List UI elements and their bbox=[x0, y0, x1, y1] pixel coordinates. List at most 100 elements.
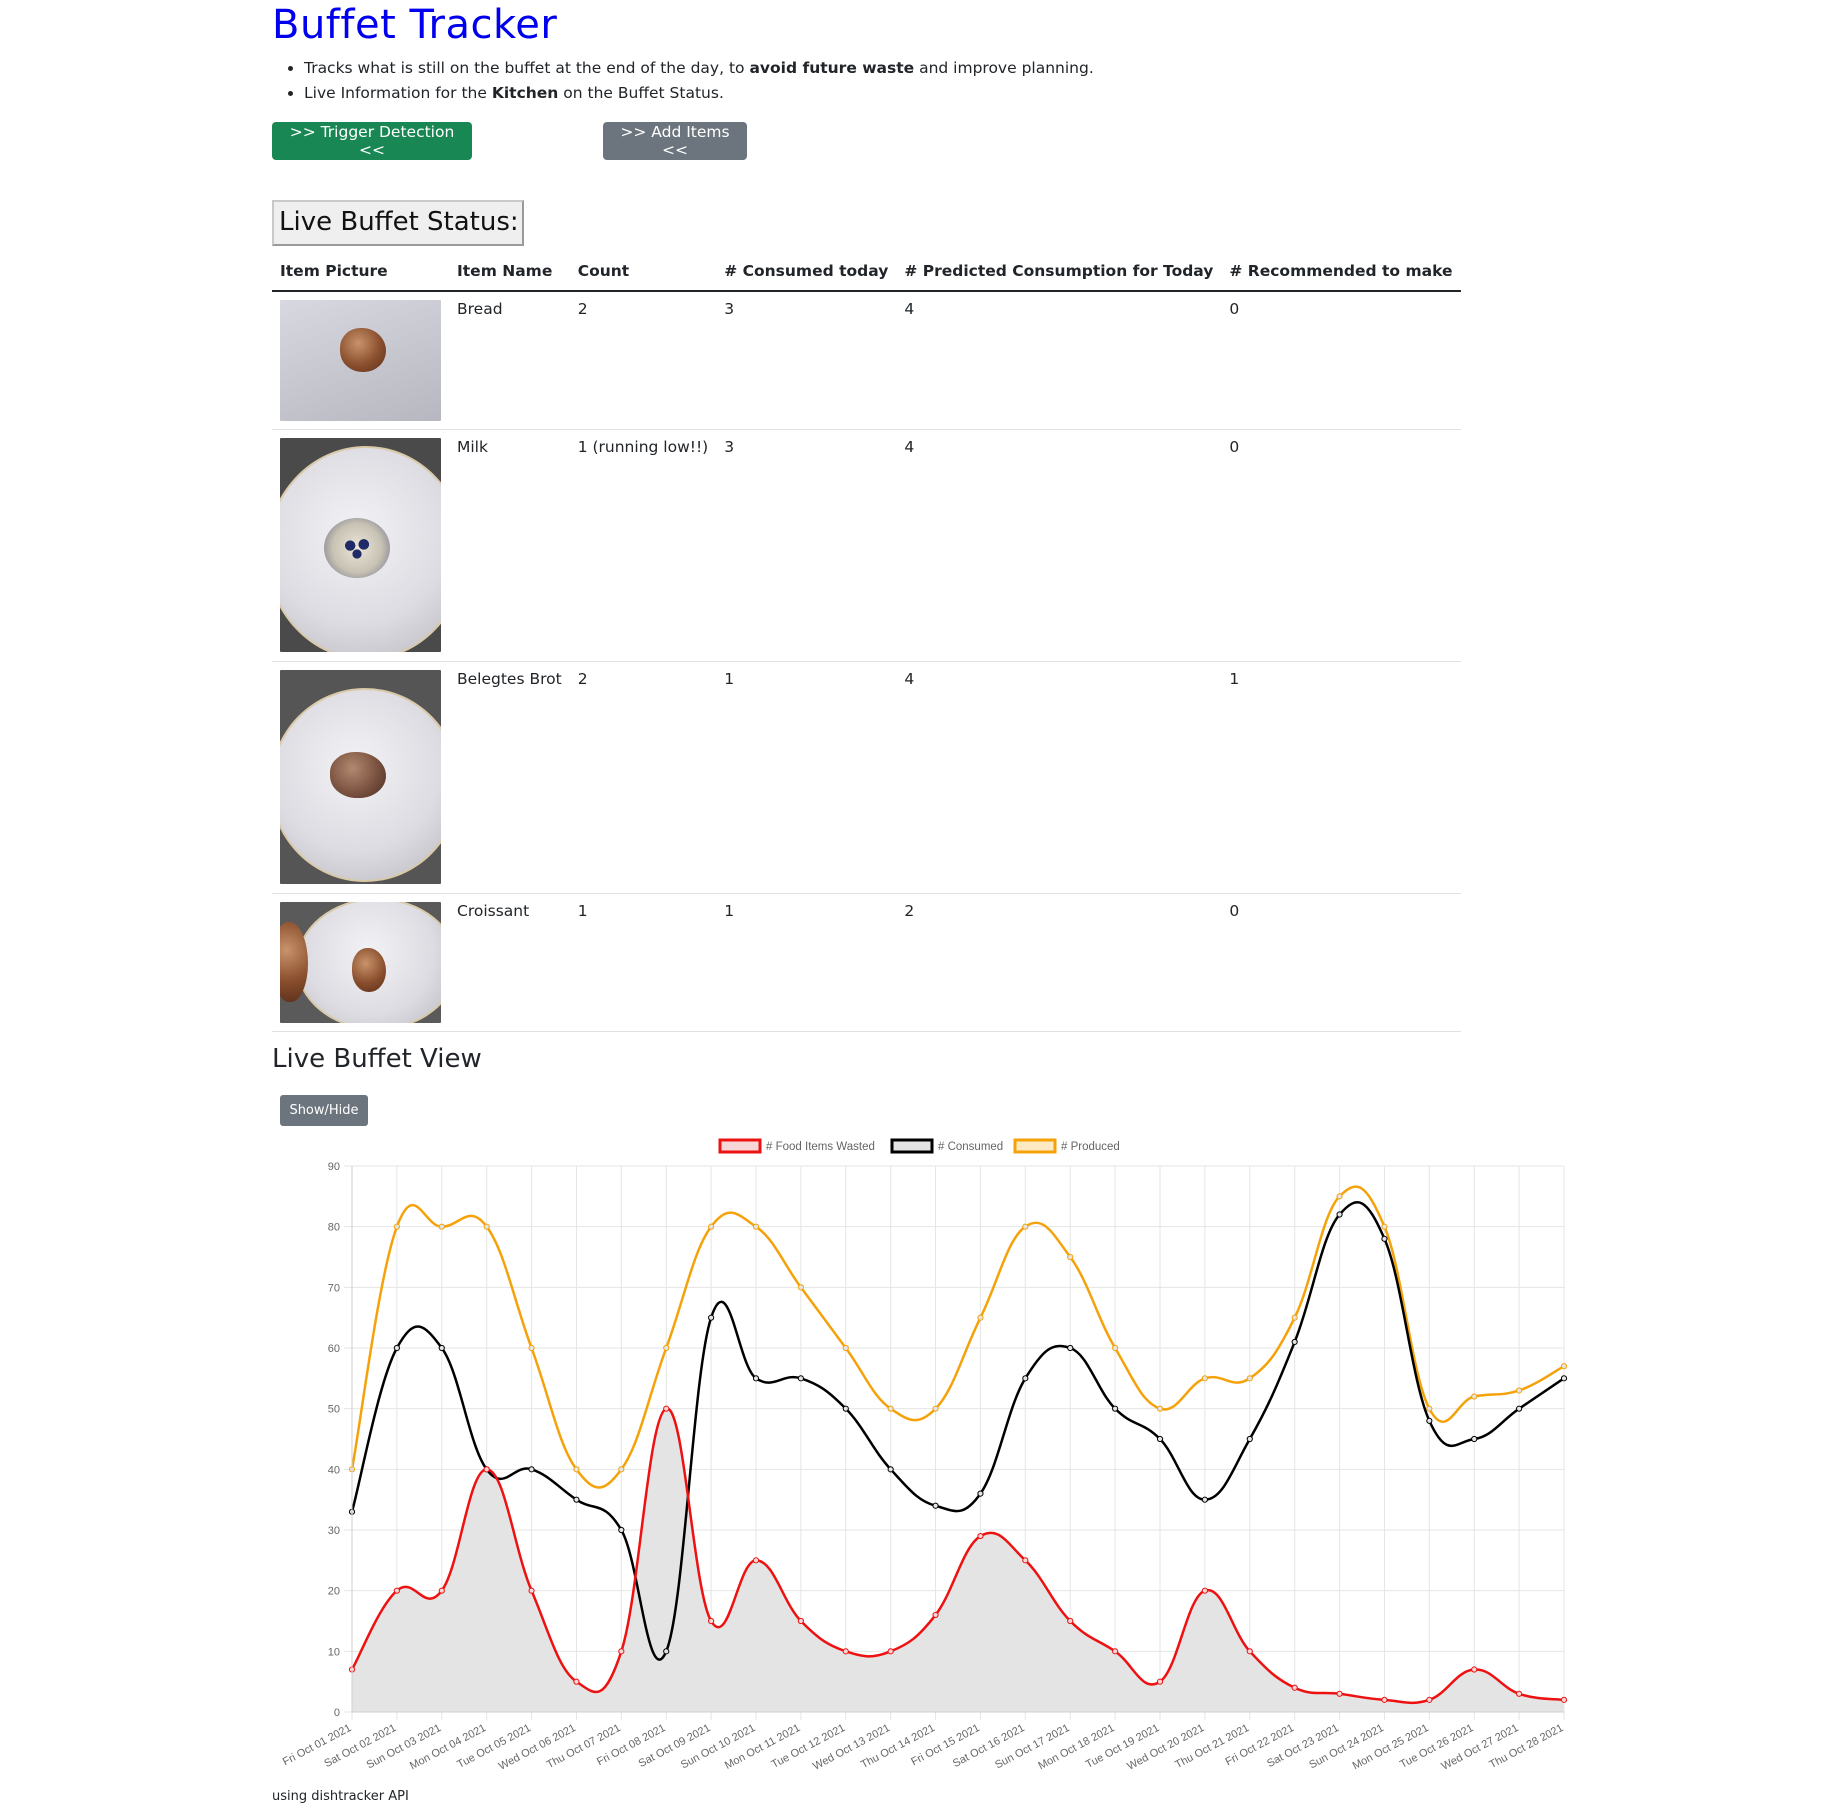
x-tick-label: Sun Oct 03 2021 bbox=[365, 1722, 444, 1771]
data-point bbox=[1471, 1393, 1478, 1400]
data-point bbox=[1560, 1696, 1568, 1703]
legend-label: # Produced bbox=[1061, 1141, 1120, 1153]
item-recommended: 0 bbox=[1221, 429, 1461, 662]
y-tick-label: 90 bbox=[328, 1161, 340, 1173]
item-predicted: 4 bbox=[896, 291, 1222, 430]
data-point bbox=[528, 1466, 535, 1473]
data-point bbox=[1560, 1375, 1568, 1382]
data-point bbox=[887, 1405, 894, 1412]
data-point bbox=[1471, 1666, 1478, 1673]
y-tick-label: 0 bbox=[334, 1707, 340, 1719]
y-tick-label: 20 bbox=[328, 1586, 340, 1598]
data-point bbox=[932, 1502, 939, 1509]
item-consumed: 3 bbox=[716, 291, 897, 430]
live-buffet-status-heading: Live Buffet Status: bbox=[272, 200, 524, 246]
data-point bbox=[618, 1526, 625, 1534]
table-header-row: Item Picture Item Name Count # Consumed … bbox=[272, 252, 1461, 292]
data-point bbox=[1201, 1587, 1208, 1594]
data-point bbox=[1426, 1417, 1433, 1424]
croissant-picture bbox=[280, 902, 441, 1023]
data-point bbox=[1291, 1314, 1298, 1321]
data-point bbox=[1067, 1344, 1074, 1352]
item-name: Belegtes Brot bbox=[449, 661, 570, 894]
x-tick-label: Sun Oct 17 2021 bbox=[993, 1722, 1072, 1771]
page-title: Buffet Tracker bbox=[272, 2, 558, 48]
data-point bbox=[752, 1375, 760, 1382]
item-consumed: 1 bbox=[716, 893, 897, 1032]
data-point bbox=[1426, 1405, 1433, 1412]
column-header: Item Name bbox=[449, 252, 570, 292]
item-recommended: 1 bbox=[1221, 661, 1461, 894]
x-tick-label: Sun Oct 24 2021 bbox=[1307, 1722, 1386, 1771]
data-point bbox=[438, 1587, 445, 1594]
legend-label: # Consumed bbox=[938, 1141, 1003, 1153]
intro-text: on the Buffet Status. bbox=[558, 84, 724, 102]
item-predicted: 2 bbox=[896, 893, 1222, 1032]
buffet-history-chart: 0102030405060708090Fri Oct 01 2021Sat Oc… bbox=[281, 1138, 1568, 1773]
item-picture-cell bbox=[272, 661, 449, 894]
item-consumed: 3 bbox=[716, 429, 897, 662]
intro-text: and improve planning. bbox=[914, 59, 1094, 77]
data-point bbox=[708, 1223, 715, 1230]
show-hide-button[interactable]: Show/Hide bbox=[280, 1095, 368, 1126]
x-tick-label: Mon Oct 11 2021 bbox=[723, 1722, 802, 1772]
data-point bbox=[797, 1617, 804, 1625]
data-point bbox=[977, 1314, 984, 1321]
data-point bbox=[1516, 1690, 1523, 1697]
item-picture-cell bbox=[272, 893, 449, 1032]
add-items-button[interactable]: >> Add Items << bbox=[603, 122, 747, 160]
buffet-status-table: Item Picture Item Name Count # Consumed … bbox=[272, 252, 1461, 1032]
table-row: Croissant 1 1 2 0 bbox=[272, 893, 1461, 1032]
y-tick-label: 10 bbox=[328, 1646, 340, 1658]
intro-item: Tracks what is still on the buffet at th… bbox=[304, 56, 1094, 81]
data-point bbox=[1156, 1435, 1164, 1443]
data-point bbox=[1246, 1435, 1253, 1443]
intro-text: Tracks what is still on the buffet at th… bbox=[304, 59, 750, 77]
column-header: # Consumed today bbox=[716, 252, 897, 292]
item-recommended: 0 bbox=[1221, 291, 1461, 430]
x-tick-label: Wed Oct 27 2021 bbox=[1439, 1722, 1520, 1773]
bread-picture bbox=[280, 300, 441, 421]
data-point bbox=[797, 1284, 804, 1291]
data-point bbox=[573, 1466, 580, 1473]
data-point bbox=[1022, 1557, 1029, 1564]
x-tick-label: Wed Oct 06 2021 bbox=[497, 1722, 578, 1773]
data-point bbox=[977, 1490, 984, 1497]
table-row: Milk 1 (running low!!) 3 4 0 bbox=[272, 429, 1461, 662]
data-point bbox=[1336, 1690, 1343, 1697]
data-point bbox=[1381, 1235, 1388, 1242]
trigger-detection-button[interactable]: >> Trigger Detection << bbox=[272, 122, 472, 160]
data-point bbox=[1516, 1405, 1523, 1412]
data-point bbox=[887, 1466, 894, 1473]
column-header: # Recommended to make bbox=[1221, 252, 1461, 292]
item-consumed: 1 bbox=[716, 661, 897, 894]
intro-list: Tracks what is still on the buffet at th… bbox=[272, 56, 1094, 106]
data-point bbox=[1022, 1223, 1029, 1230]
item-name: Bread bbox=[449, 291, 570, 430]
data-point bbox=[1112, 1344, 1119, 1352]
data-point bbox=[663, 1344, 670, 1352]
data-point bbox=[842, 1648, 849, 1655]
data-point bbox=[1112, 1405, 1119, 1412]
data-point bbox=[1381, 1696, 1388, 1703]
data-point bbox=[1156, 1405, 1164, 1412]
data-point bbox=[842, 1405, 849, 1412]
data-point bbox=[438, 1223, 445, 1230]
live-buffet-view-heading: Live Buffet View bbox=[272, 1044, 482, 1074]
data-point bbox=[393, 1344, 400, 1352]
data-point bbox=[1112, 1648, 1119, 1655]
data-point bbox=[1426, 1696, 1433, 1703]
data-point bbox=[977, 1532, 984, 1540]
data-point bbox=[438, 1344, 445, 1352]
data-point bbox=[1067, 1617, 1074, 1625]
data-point bbox=[528, 1587, 535, 1594]
intro-text: Live Information for the bbox=[304, 84, 492, 102]
data-point bbox=[1291, 1684, 1298, 1691]
item-picture-cell bbox=[272, 291, 449, 430]
column-header: Item Picture bbox=[272, 252, 449, 292]
data-point bbox=[752, 1557, 760, 1564]
data-point bbox=[797, 1375, 804, 1382]
data-point bbox=[483, 1466, 490, 1473]
data-point bbox=[1201, 1496, 1208, 1503]
data-point bbox=[573, 1678, 580, 1685]
